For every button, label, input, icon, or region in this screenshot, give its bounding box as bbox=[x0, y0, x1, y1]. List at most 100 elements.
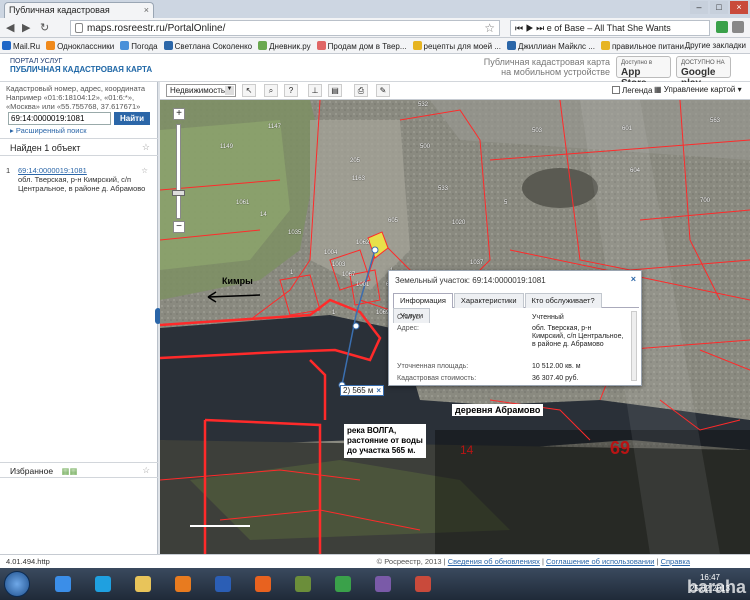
search-input[interactable] bbox=[8, 112, 111, 125]
reload-icon[interactable]: ↻ bbox=[40, 21, 49, 34]
bookmark-item[interactable]: Дневник.ру bbox=[256, 38, 315, 51]
media-controls-icon[interactable]: ⏮ ▶ ⏭ bbox=[515, 23, 547, 33]
chrome-icon bbox=[335, 576, 351, 592]
popup-close-icon[interactable]: × bbox=[631, 274, 636, 284]
taskbar-app-skype[interactable] bbox=[88, 572, 118, 596]
taskbar-app-app[interactable] bbox=[368, 572, 398, 596]
bookmark-item[interactable]: Погода bbox=[118, 38, 161, 51]
parcel-label: 14 bbox=[260, 212, 267, 218]
updates-link[interactable]: Сведения об обновлениях bbox=[448, 557, 540, 566]
popup-scrollbar[interactable] bbox=[631, 311, 637, 381]
tab-characteristics[interactable]: Характеристики bbox=[453, 293, 524, 308]
taskbar-app-media[interactable] bbox=[168, 572, 198, 596]
tab-who-serves[interactable]: Кто обслуживает? bbox=[524, 293, 602, 308]
back-icon[interactable]: ◀ bbox=[6, 21, 14, 34]
chevron-down-icon[interactable]: ▼ bbox=[225, 86, 234, 95]
taskbar: 16:47 25.02.2013 baraha bbox=[0, 568, 750, 600]
taskbar-app-flag[interactable] bbox=[408, 572, 438, 596]
portal-logo[interactable]: ПОРТАЛ УСЛУГ ПУБЛИЧНАЯ КАДАСТРОВАЯ КАРТА bbox=[10, 58, 152, 74]
bookmark-item[interactable]: Джиллиан Майклс ... bbox=[505, 38, 599, 51]
zoom-handle[interactable] bbox=[172, 190, 185, 196]
taskbar-app-firefox[interactable] bbox=[248, 572, 278, 596]
bookmark-item[interactable]: Одноклассники bbox=[44, 38, 118, 51]
taskbar-app-photo[interactable] bbox=[288, 572, 318, 596]
measure-icon[interactable]: ⊥ bbox=[308, 84, 322, 97]
forward-icon[interactable]: ▶ bbox=[22, 21, 30, 34]
search-hint-line-3: «Москва» или «55.755768, 37.617671» bbox=[6, 102, 141, 111]
zoom-control[interactable]: + − bbox=[170, 106, 190, 233]
identify-icon[interactable]: ? bbox=[284, 84, 298, 97]
bookmark-icon bbox=[2, 41, 11, 50]
layers-icon[interactable]: ▤ bbox=[328, 84, 342, 97]
distance-close-icon[interactable]: × bbox=[376, 386, 381, 395]
row-label: Уточненная площадь: bbox=[397, 363, 469, 370]
zoom-in-button[interactable]: + bbox=[173, 108, 185, 120]
print-icon[interactable]: ⎙ bbox=[354, 84, 368, 97]
checkbox-icon bbox=[612, 86, 620, 94]
tab-close-icon[interactable]: × bbox=[144, 5, 149, 15]
bookmark-item[interactable]: Продам дом в Твер... bbox=[315, 38, 411, 51]
parcel-label: 500 bbox=[420, 144, 431, 150]
parcel-number: 14 bbox=[460, 443, 474, 457]
media-player-widget[interactable]: ⏮ ▶ ⏭ e of Base – All That She Wants bbox=[510, 20, 710, 36]
link-icon[interactable]: ✎ bbox=[376, 84, 390, 97]
legend-checkbox[interactable]: Легенда bbox=[612, 86, 652, 95]
help-link[interactable]: Справка bbox=[661, 557, 690, 566]
menu-icon[interactable] bbox=[732, 21, 744, 33]
browser-tab[interactable]: Публичная кадастровая × bbox=[4, 2, 154, 18]
bookmark-item[interactable]: Светлана Соколенко bbox=[162, 38, 256, 51]
annotation-line-2: растояние от воды bbox=[347, 436, 423, 445]
taskbar-app-explorer[interactable] bbox=[128, 572, 158, 596]
measure-point[interactable] bbox=[352, 322, 360, 330]
taskbar-app-word[interactable] bbox=[208, 572, 238, 596]
distance-value: 2) 565 м bbox=[343, 386, 374, 395]
close-window-button[interactable]: × bbox=[730, 1, 748, 14]
url-input[interactable]: maps.rosreestr.ru/PortalOnline/ ☆ bbox=[70, 20, 500, 36]
result-link[interactable]: 69:14:0000019:1081 bbox=[18, 166, 87, 175]
explorer-icon bbox=[135, 576, 151, 592]
map-canvas[interactable]: 532 1147 1149 205 601 563 1061 533 5 1163 1062 1003… bbox=[160, 100, 750, 554]
select-tool-icon[interactable]: ↖ bbox=[242, 84, 256, 97]
extension-icon[interactable] bbox=[716, 21, 728, 33]
list-item[interactable]: 1 69:14:0000019:1081 ☆ обл. Тверская, р-… bbox=[6, 166, 148, 193]
measure-point[interactable] bbox=[371, 246, 379, 254]
tab-information[interactable]: Информация bbox=[393, 293, 453, 308]
parcel-label: 1001 bbox=[356, 282, 370, 288]
taskbar-app-ie[interactable] bbox=[48, 572, 78, 596]
zoom-out-button[interactable]: − bbox=[173, 221, 185, 233]
favorites-tools-icon[interactable]: ▦▦ bbox=[61, 466, 77, 476]
bookmark-icon bbox=[120, 41, 130, 50]
bookmark-label: Mail.Ru bbox=[13, 42, 41, 51]
row-value: 10 512.00 кв. м bbox=[532, 363, 581, 370]
maximize-button[interactable]: □ bbox=[710, 1, 728, 14]
result-star-icon[interactable]: ☆ bbox=[141, 166, 148, 175]
bookmark-label: правильное питани... bbox=[611, 42, 691, 51]
bookmark-item[interactable]: Mail.Ru bbox=[0, 38, 44, 51]
bookmark-star-icon[interactable]: ☆ bbox=[484, 21, 495, 35]
bookmark-label: Продам дом в Твер... bbox=[327, 42, 407, 51]
search-button[interactable]: Найти bbox=[114, 112, 150, 125]
bookmark-item[interactable]: правильное питани... bbox=[599, 38, 695, 51]
bookmark-label: Одноклассники bbox=[57, 42, 115, 51]
app-store-button[interactable]: Доступно вApp Store bbox=[616, 56, 671, 89]
zoom-box-icon[interactable]: ⌕ bbox=[264, 84, 278, 97]
advanced-search-link[interactable]: ▸ Расширенный поиск bbox=[10, 126, 86, 135]
terms-link[interactable]: Соглашение об использовании bbox=[546, 557, 654, 566]
start-button[interactable] bbox=[4, 571, 30, 597]
google-play-button[interactable]: ДОСТУПНО НАGoogle play bbox=[676, 56, 731, 89]
results-star-icon[interactable]: ☆ bbox=[142, 142, 150, 153]
bookmark-item[interactable]: рецепты для моей ... bbox=[411, 38, 505, 51]
zoom-track[interactable] bbox=[176, 124, 181, 219]
minimize-button[interactable]: – bbox=[690, 1, 708, 14]
favorites-star-icon[interactable]: ☆ bbox=[142, 465, 150, 476]
map-management-dropdown[interactable]: ▦ Управление картой ▾ bbox=[654, 85, 742, 94]
other-bookmarks[interactable]: Другие закладки bbox=[685, 41, 746, 50]
results-header: Найден 1 объект ☆ bbox=[0, 138, 158, 156]
mobile-promo-line-1: Публичная кадастровая карта bbox=[483, 57, 610, 67]
app-store-small: Доступно в bbox=[621, 60, 653, 66]
app-icon bbox=[375, 576, 391, 592]
favorites-header[interactable]: Избранное ▦▦ ☆ bbox=[0, 462, 158, 478]
layer-select[interactable]: Недвижимость ▼ bbox=[166, 84, 236, 97]
taskbar-app-chrome[interactable] bbox=[328, 572, 358, 596]
bookmark-icon bbox=[163, 41, 173, 50]
